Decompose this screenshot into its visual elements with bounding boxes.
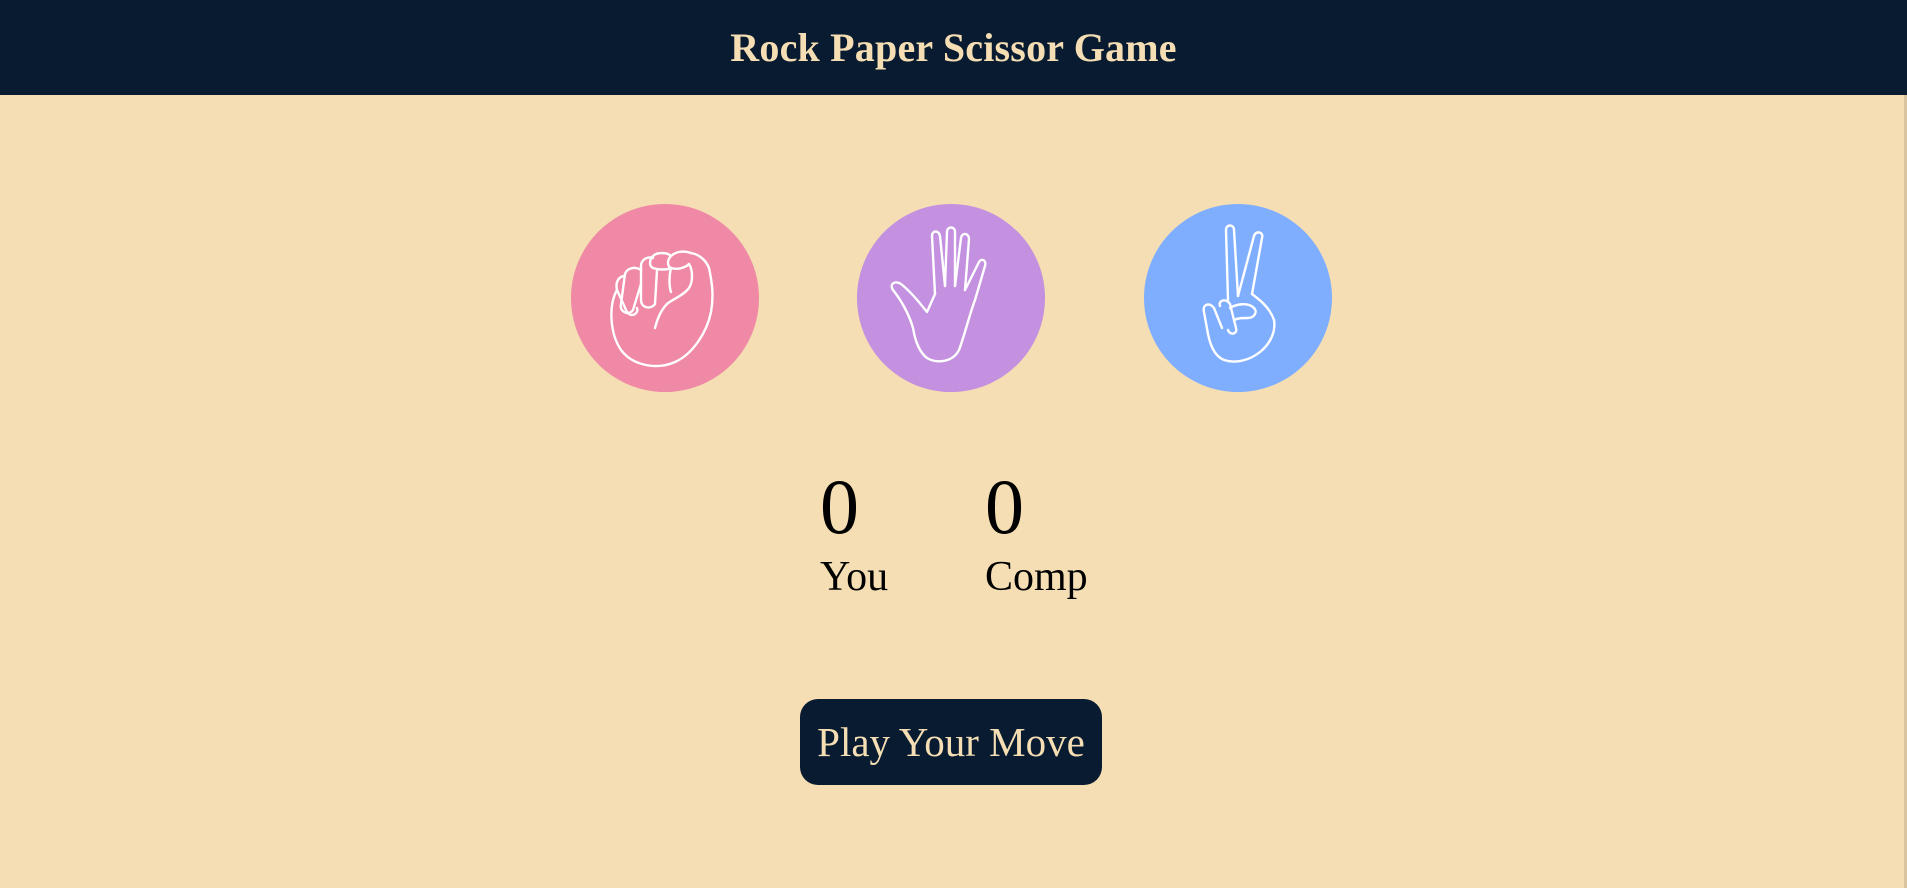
fist-icon xyxy=(571,204,759,392)
comp-score-label: Comp xyxy=(985,554,1088,600)
rock-choice-button[interactable] xyxy=(571,204,759,392)
scissors-choice-button[interactable] xyxy=(1144,204,1332,392)
paper-choice-button[interactable] xyxy=(857,204,1045,392)
app-header: Rock Paper Scissor Game xyxy=(0,0,1907,95)
user-score-value: 0 xyxy=(820,463,859,550)
comp-score-value: 0 xyxy=(985,463,1024,550)
open-hand-icon xyxy=(857,204,1045,392)
user-score: 0 You xyxy=(820,462,888,602)
user-score-label: You xyxy=(820,554,889,600)
comp-score: 0 Comp xyxy=(985,462,1088,602)
peace-sign-icon xyxy=(1144,204,1332,392)
play-your-move-button[interactable]: Play Your Move xyxy=(800,699,1102,785)
game-page: Rock Paper Scissor Game 0 You 0 Comp Pla… xyxy=(0,0,1907,888)
page-title: Rock Paper Scissor Game xyxy=(730,25,1177,70)
